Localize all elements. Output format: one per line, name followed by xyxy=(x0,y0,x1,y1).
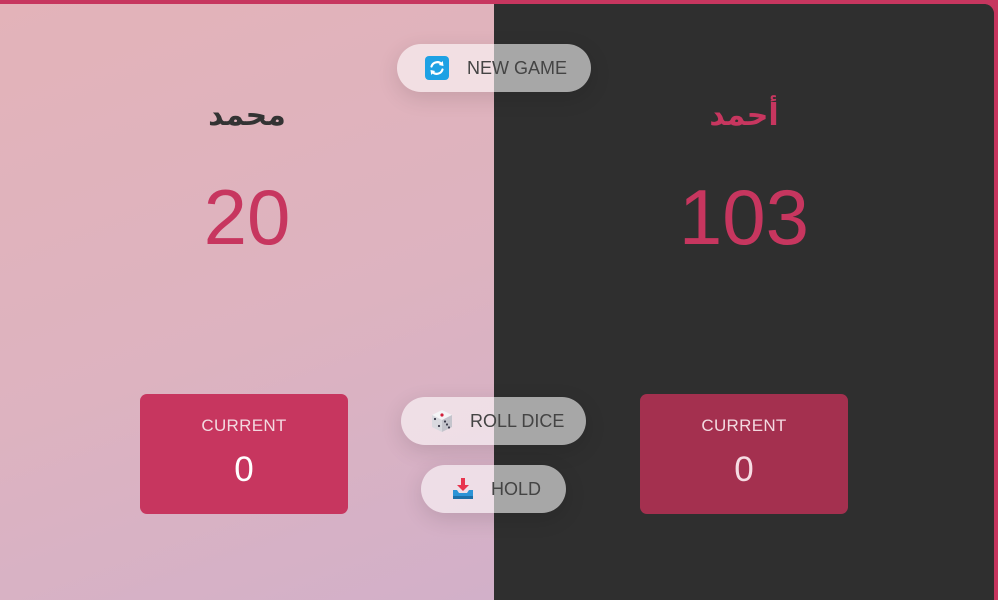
refresh-icon xyxy=(425,56,449,80)
player-1-name: أحمد xyxy=(709,98,779,133)
player-1-panel: أحمد 103 CURRENT 0 xyxy=(494,4,994,600)
game-board: محمد 20 CURRENT 0 أحمد 103 CURRENT 0 NEW… xyxy=(0,4,994,600)
player-1-current-box: CURRENT 0 xyxy=(640,394,848,514)
hold-button[interactable]: HOLD xyxy=(421,465,566,513)
player-0-current-score: 0 xyxy=(234,450,254,489)
player-1-current-label: CURRENT xyxy=(701,416,787,435)
player-0-total-score: 20 xyxy=(203,173,291,261)
inbox-tray-icon xyxy=(451,477,475,501)
hold-label: HOLD xyxy=(491,478,542,499)
player-0-panel: محمد 20 CURRENT 0 xyxy=(0,4,494,600)
roll-dice-button[interactable]: ROLL DICE xyxy=(401,397,586,445)
dice-icon xyxy=(430,409,454,433)
player-0-current-box: CURRENT 0 xyxy=(140,394,348,514)
new-game-button[interactable]: NEW GAME xyxy=(397,44,591,92)
player-0-current-label: CURRENT xyxy=(201,416,287,435)
player-0-name: محمد xyxy=(208,98,286,133)
roll-dice-label: ROLL DICE xyxy=(470,410,565,431)
player-1-total-score: 103 xyxy=(678,173,810,261)
new-game-label: NEW GAME xyxy=(467,57,568,78)
player-1-current-score: 0 xyxy=(734,450,754,489)
